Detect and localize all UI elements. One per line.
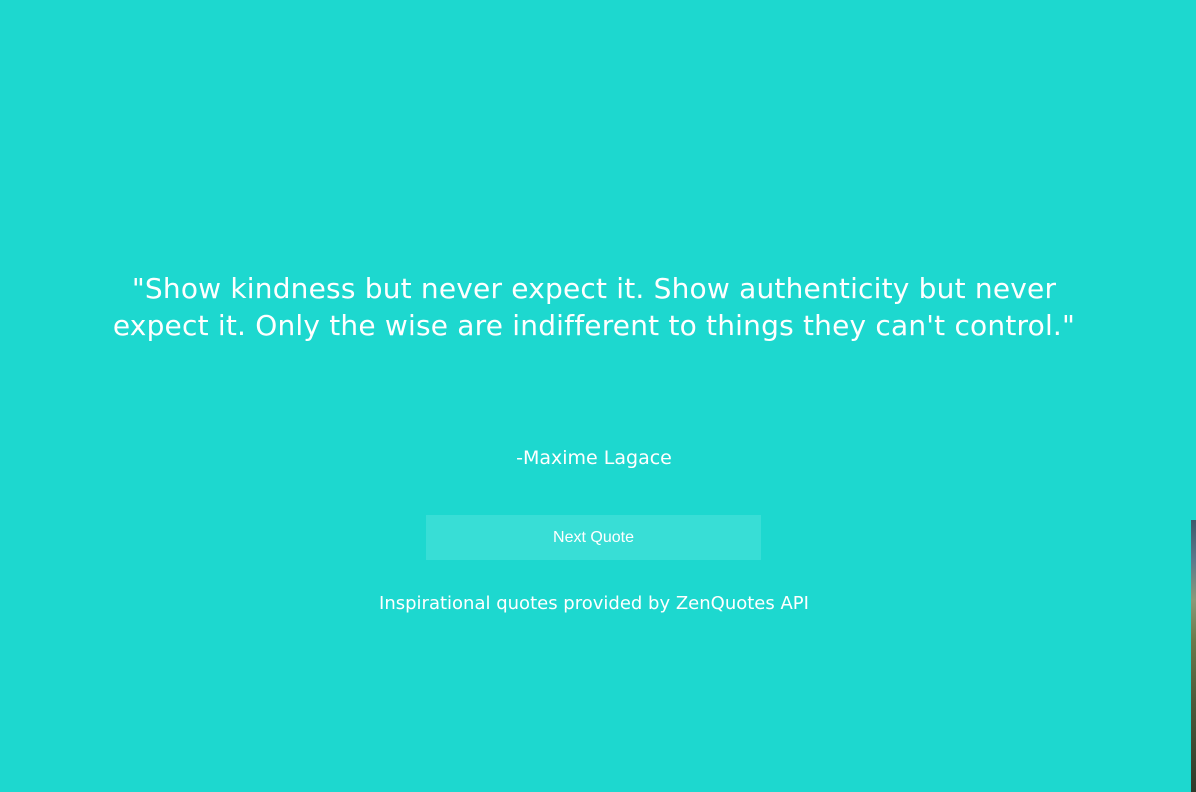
quote-author: -Maxime Lagace	[516, 447, 672, 469]
background-edge-strip	[1191, 0, 1196, 792]
quote-text: "Show kindness but never expect it. Show…	[112, 272, 1076, 342]
api-credit: Inspirational quotes provided by ZenQuot…	[379, 593, 809, 614]
next-quote-button[interactable]: Next Quote	[426, 515, 761, 560]
quote-page: "Show kindness but never expect it. Show…	[0, 0, 1196, 792]
